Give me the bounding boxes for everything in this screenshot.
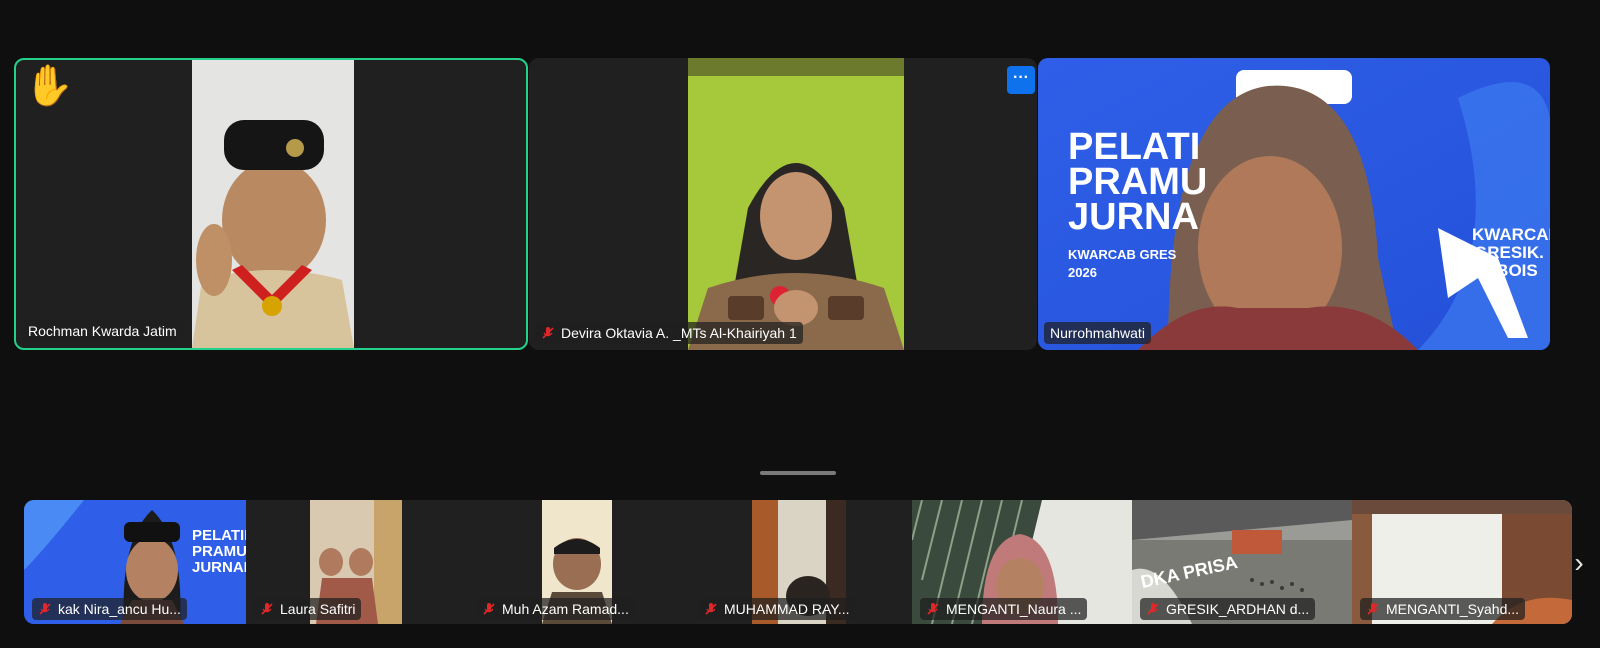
mic-muted-icon: [542, 327, 554, 339]
participant-name-tag: Laura Safitri: [254, 598, 362, 620]
participant-name-tag: Nurrohmahwati: [1044, 322, 1151, 344]
mic-muted-icon: [1367, 603, 1379, 615]
mic-muted-icon: [261, 603, 273, 615]
participant-name: Rochman Kwarda Jatim: [28, 323, 177, 339]
participant-name: Muh Azam Ramad...: [502, 601, 629, 617]
participant-name: kak Nira_ancu Hu...: [58, 601, 181, 617]
strip-slide-line-2: PRAMUKA: [192, 543, 246, 560]
participant-name: MENGANTI_Syahd...: [1386, 601, 1520, 617]
video-tile-nurrohmahwati[interactable]: PELATI PRAMU JURNA KWARCAB GRES 2026 KWA…: [1038, 58, 1550, 350]
raised-hand-icon: ✋: [24, 64, 74, 108]
participant-name: Devira Oktavia A. _MTs Al-Khairiyah 1: [561, 325, 797, 341]
participant-name-tag: MENGANTI_Naura ...: [920, 598, 1088, 620]
strip-tile-menganti-syahd[interactable]: MENGANTI_Syahd...: [1352, 500, 1572, 624]
gallery-resize-handle[interactable]: [760, 471, 836, 475]
slide-org: KWARCAB GRES: [1068, 247, 1177, 262]
participant-name: MUHAMMAD RAY...: [724, 601, 850, 617]
strip-slide-line-3: JURNALIS: [192, 559, 246, 576]
participant-name-tag: MENGANTI_Syahd...: [1360, 598, 1526, 620]
chevron-right-icon[interactable]: ›: [1566, 546, 1592, 580]
participant-name-tag: GRESIK_ARDHAN d...: [1140, 598, 1316, 620]
participant-name: MENGANTI_Naura ...: [946, 601, 1082, 617]
participant-name-tag: kak Nira_ancu Hu...: [32, 598, 187, 620]
mic-muted-icon: [1147, 603, 1159, 615]
slide-badge-line-3: MBOIS: [1482, 261, 1538, 280]
video-tile-devira[interactable]: ··· Devira Oktavia A. _MTs Al-Khairiyah …: [529, 58, 1037, 350]
participant-name-tag: Devira Oktavia A. _MTs Al-Khairiyah 1: [535, 322, 803, 344]
participant-name-tag: Rochman Kwarda Jatim: [22, 320, 183, 342]
participant-name: Laura Safitri: [280, 601, 356, 617]
strip-tile-laura[interactable]: Laura Safitri: [246, 500, 468, 624]
video-tile-rochman[interactable]: ✋ Rochman Kwarda Jatim: [14, 58, 528, 350]
strip-tile-menganti-naura[interactable]: MENGANTI_Naura ...: [912, 500, 1132, 624]
slide-title-line-3: JURNA: [1068, 196, 1199, 238]
participant-name-tag: Muh Azam Ramad...: [476, 598, 635, 620]
slide-year: 2026: [1068, 265, 1097, 280]
mic-muted-icon: [705, 603, 717, 615]
participant-video: [192, 60, 354, 348]
participant-name: GRESIK_ARDHAN d...: [1166, 601, 1310, 617]
strip-tile-azam[interactable]: Muh Azam Ramad...: [468, 500, 690, 624]
mic-muted-icon: [927, 603, 939, 615]
more-options-button[interactable]: ···: [1007, 66, 1035, 94]
slide-badge-line-2: GRESIK.: [1474, 243, 1544, 262]
slide-badge-line-1: KWARCAB: [1472, 225, 1550, 244]
mic-muted-icon: [39, 603, 51, 615]
strip-tile-gresik-ardhan[interactable]: DKA PRISA GRESIK_ARDHAN d...: [1132, 500, 1352, 624]
participant-video: [688, 58, 904, 350]
mic-muted-icon: [483, 603, 495, 615]
strip-tile-muhammad-ray[interactable]: MUHAMMAD RAY...: [690, 500, 912, 624]
strip-tile-kak-nira[interactable]: PELATIHA PRAMUKA JURNALIS kak Nira_ancu …: [24, 500, 246, 624]
participant-name-tag: MUHAMMAD RAY...: [698, 598, 856, 620]
participant-name: Nurrohmahwati: [1050, 325, 1145, 341]
strip-slide-line-1: PELATIHA: [192, 527, 246, 544]
